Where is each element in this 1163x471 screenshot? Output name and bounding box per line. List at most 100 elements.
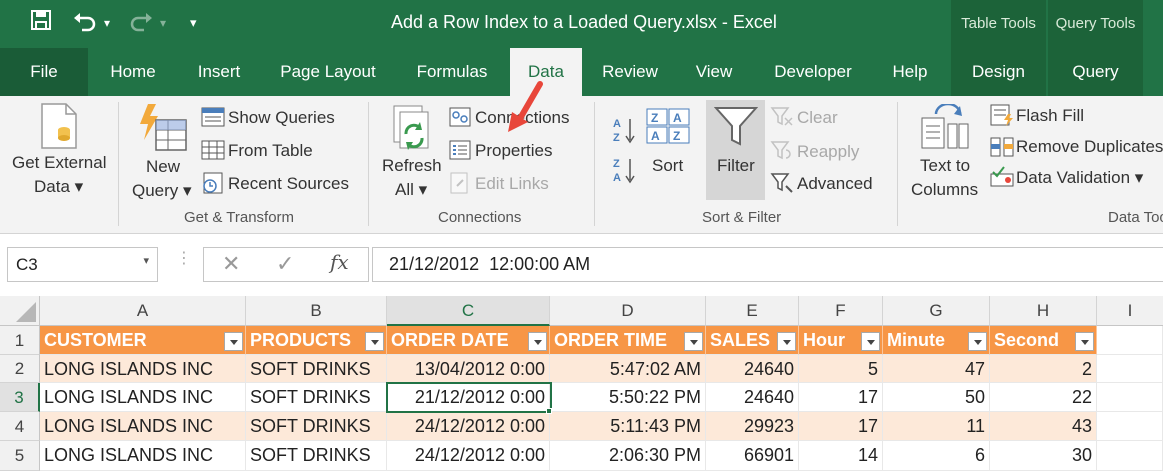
table-cell[interactable]: 24640: [706, 355, 799, 383]
new-query-label-2[interactable]: Query ▾: [132, 181, 192, 201]
table-cell[interactable]: LONG ISLANDS INC: [40, 412, 246, 441]
table-cell[interactable]: 66901: [706, 441, 799, 471]
column-header-d[interactable]: D: [550, 296, 706, 326]
column-header-e[interactable]: E: [706, 296, 799, 326]
tab-formulas[interactable]: Formulas: [402, 48, 502, 96]
table-cell[interactable]: 30: [990, 441, 1097, 471]
refresh-all-label-1[interactable]: Refresh: [382, 156, 442, 176]
tab-home[interactable]: Home: [96, 48, 170, 96]
table-cell[interactable]: 17: [799, 412, 883, 441]
table-cell[interactable]: SOFT DRINKS: [246, 441, 387, 471]
tab-help[interactable]: Help: [880, 48, 940, 96]
tab-page-layout[interactable]: Page Layout: [268, 48, 388, 96]
filter-dropdown-icon[interactable]: [777, 332, 796, 351]
text-to-columns-label-1[interactable]: Text to: [920, 156, 970, 176]
column-header-i[interactable]: I: [1097, 296, 1163, 326]
tab-view[interactable]: View: [684, 48, 744, 96]
sort-a-to-z-icon[interactable]: AZ: [612, 116, 638, 149]
data-validation-button[interactable]: Data Validation ▾: [1016, 168, 1143, 188]
filter-dropdown-icon[interactable]: [528, 332, 547, 351]
undo-icon[interactable]: [72, 10, 98, 41]
filter-dropdown-icon[interactable]: [861, 332, 880, 351]
flash-fill-icon[interactable]: [990, 104, 1014, 131]
formula-bar-splitter-icon[interactable]: ⋮: [176, 248, 192, 268]
empty-cell[interactable]: [1097, 441, 1163, 471]
new-query-label-1[interactable]: New: [146, 157, 180, 177]
column-header-b[interactable]: B: [246, 296, 387, 326]
empty-cell[interactable]: [1097, 383, 1163, 412]
filter-icon[interactable]: [713, 106, 759, 153]
table-cell[interactable]: 43: [990, 412, 1097, 441]
table-cell[interactable]: 2: [990, 355, 1097, 383]
text-to-columns-icon[interactable]: [920, 102, 970, 157]
table-cell[interactable]: 13/04/2012 0:00: [387, 355, 550, 383]
table-cell[interactable]: 2:06:30 PM: [550, 441, 706, 471]
name-box[interactable]: C3 ▾: [7, 247, 158, 282]
column-header-c[interactable]: C: [387, 296, 550, 326]
table-cell[interactable]: 11: [883, 412, 990, 441]
from-table-button[interactable]: From Table: [228, 141, 313, 161]
table-header-cell[interactable]: CUSTOMER: [40, 326, 246, 355]
select-all-corner[interactable]: [0, 296, 40, 326]
tab-file[interactable]: File: [0, 48, 88, 96]
tab-developer[interactable]: Developer: [758, 48, 868, 96]
advanced-button[interactable]: Advanced: [797, 174, 873, 194]
empty-cell[interactable]: [1097, 412, 1163, 441]
recent-sources-icon[interactable]: [201, 172, 225, 199]
filter-dropdown-icon[interactable]: [968, 332, 987, 351]
worksheet-grid[interactable]: A B C D E F G H I 1 2 3 4 5 CUSTOMER PRO…: [0, 296, 1163, 471]
remove-duplicates-button[interactable]: Remove Duplicates: [1016, 137, 1163, 157]
table-cell[interactable]: 5:11:43 PM: [550, 412, 706, 441]
sort-button[interactable]: Sort: [652, 156, 683, 176]
insert-function-icon[interactable]: fx: [330, 250, 349, 274]
filter-dropdown-icon[interactable]: [224, 332, 243, 351]
table-cell[interactable]: 47: [883, 355, 990, 383]
formula-input[interactable]: 21/12/2012 12:00:00 AM: [372, 247, 1163, 282]
get-external-data-icon[interactable]: [36, 102, 82, 155]
empty-cell[interactable]: [1097, 326, 1163, 355]
tab-query[interactable]: Query: [1048, 48, 1143, 96]
table-cell[interactable]: 50: [883, 383, 990, 412]
refresh-all-label-2[interactable]: All ▾: [395, 180, 427, 200]
table-cell[interactable]: SOFT DRINKS: [246, 383, 387, 412]
table-cell[interactable]: 14: [799, 441, 883, 471]
table-cell[interactable]: 24640: [706, 383, 799, 412]
tab-design[interactable]: Design: [951, 48, 1046, 96]
table-cell[interactable]: 22: [990, 383, 1097, 412]
fill-handle[interactable]: [546, 408, 552, 414]
table-cell[interactable]: 5: [799, 355, 883, 383]
sort-z-to-a-icon[interactable]: ZA: [612, 156, 638, 189]
column-header-g[interactable]: G: [883, 296, 990, 326]
remove-duplicates-icon[interactable]: [990, 136, 1014, 163]
row-header-1[interactable]: 1: [0, 326, 40, 355]
tab-review[interactable]: Review: [592, 48, 668, 96]
table-cell[interactable]: 6: [883, 441, 990, 471]
column-header-a[interactable]: A: [40, 296, 246, 326]
table-cell[interactable]: LONG ISLANDS INC: [40, 383, 246, 412]
table-cell[interactable]: 24/12/2012 0:00: [387, 441, 550, 471]
show-queries-icon[interactable]: [201, 107, 225, 132]
get-external-data-label-2[interactable]: Data ▾: [34, 177, 83, 197]
table-cell[interactable]: SOFT DRINKS: [246, 412, 387, 441]
chevron-down-icon[interactable]: ▾: [143, 254, 149, 267]
filter-button[interactable]: Filter: [717, 156, 755, 176]
show-queries-button[interactable]: Show Queries: [228, 108, 335, 128]
column-header-f[interactable]: F: [799, 296, 883, 326]
undo-dropdown-icon[interactable]: ▾: [104, 10, 110, 36]
sort-icon[interactable]: ZAAZ: [646, 108, 690, 149]
row-header-2[interactable]: 2: [0, 355, 40, 383]
customize-qat-icon[interactable]: ▾: [190, 10, 197, 36]
row-header-5[interactable]: 5: [0, 441, 40, 471]
get-external-data-label-1[interactable]: Get External: [12, 153, 107, 173]
table-header-cell[interactable]: ORDER TIME: [550, 326, 706, 355]
table-cell[interactable]: SOFT DRINKS: [246, 355, 387, 383]
data-validation-icon[interactable]: [990, 166, 1014, 193]
properties-icon[interactable]: [449, 140, 471, 165]
table-header-cell[interactable]: ORDER DATE: [387, 326, 550, 355]
flash-fill-button[interactable]: Flash Fill: [1016, 106, 1084, 126]
table-cell[interactable]: 24/12/2012 0:00: [387, 412, 550, 441]
recent-sources-button[interactable]: Recent Sources: [228, 174, 349, 194]
row-header-4[interactable]: 4: [0, 412, 40, 441]
filter-dropdown-icon[interactable]: [684, 332, 703, 351]
table-cell[interactable]: 5:47:02 AM: [550, 355, 706, 383]
